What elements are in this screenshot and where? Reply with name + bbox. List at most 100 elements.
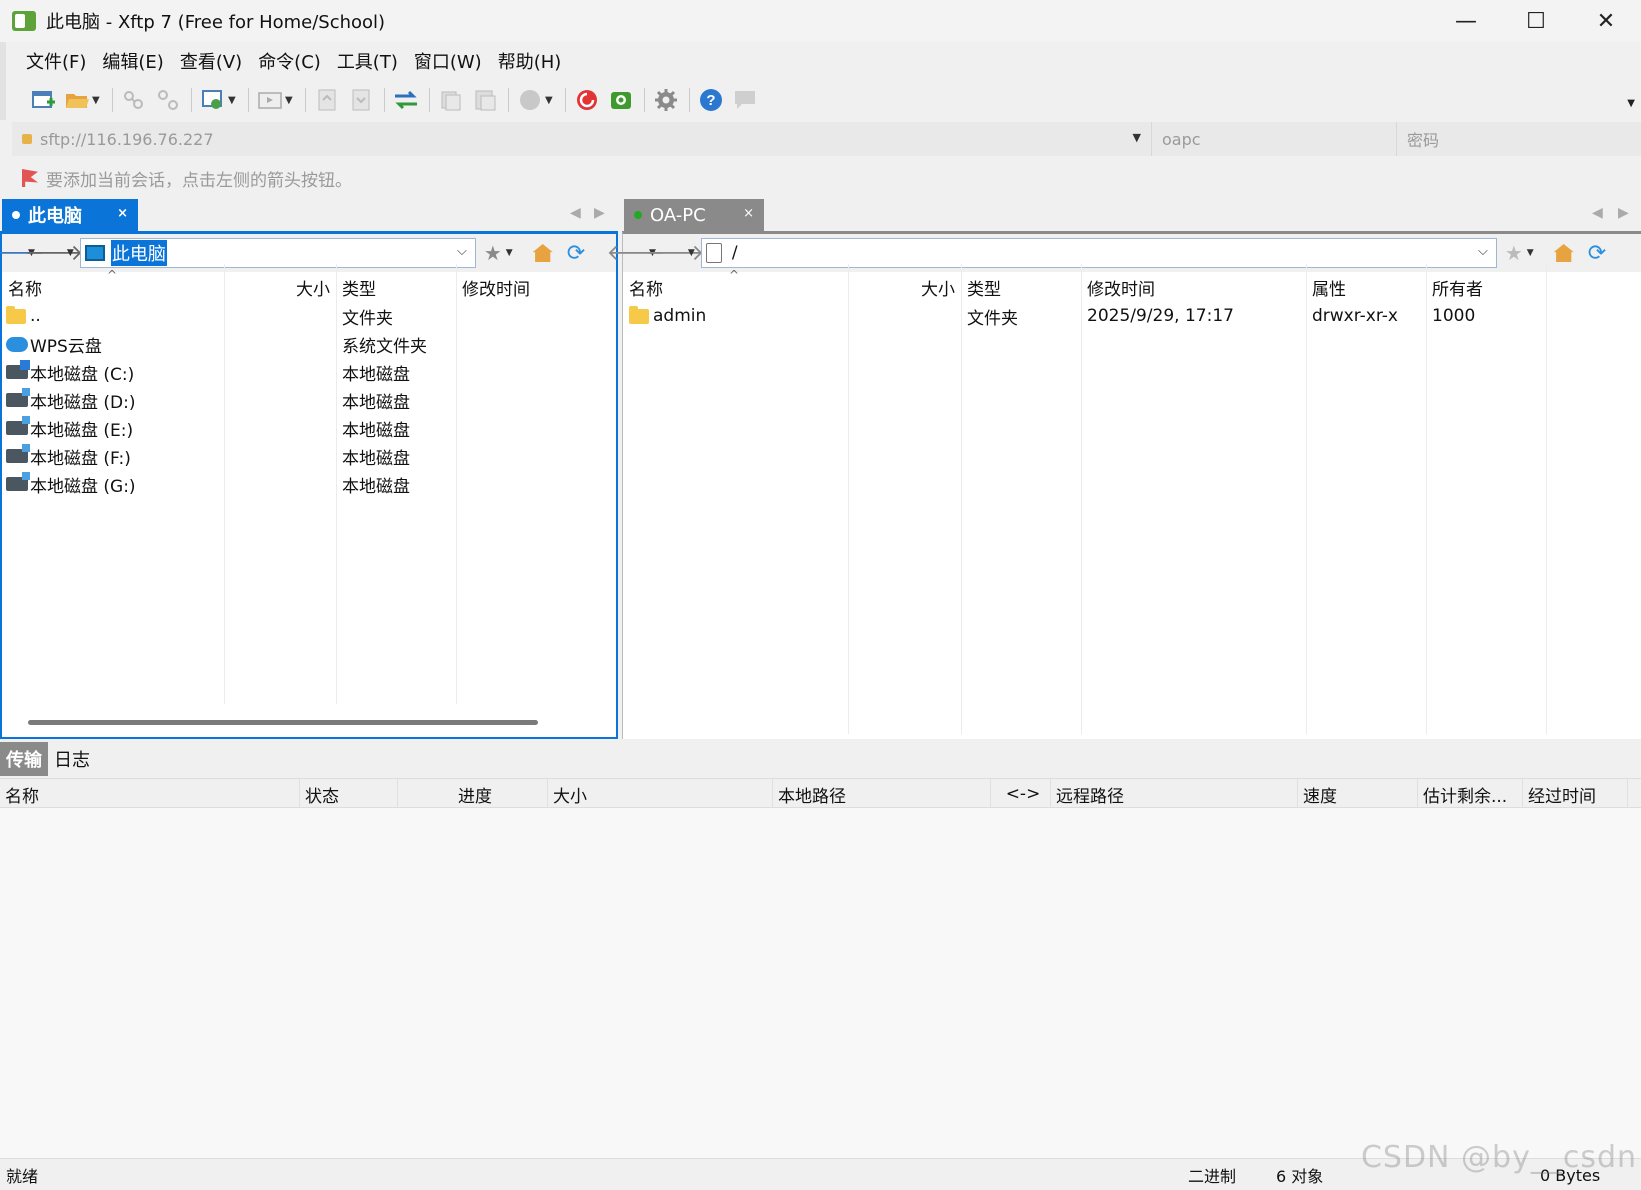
new-session-button[interactable] — [30, 87, 56, 113]
col-attributes[interactable]: 属性 — [1306, 272, 1426, 302]
local-path-input[interactable]: 此电脑 ⌵ — [79, 238, 476, 268]
col-local-path[interactable]: 本地路径 — [773, 779, 991, 809]
remote-file-list: admin 文件夹 2025/9/29, 17:17 drwxr-xr-x 10… — [623, 302, 1641, 330]
col-transfer-progress[interactable]: 进度 — [398, 779, 548, 809]
open-session-button[interactable] — [64, 87, 90, 113]
help-button[interactable]: ? — [698, 87, 724, 113]
list-item[interactable]: 本地磁盘 (E:) 本地磁盘 — [2, 414, 616, 442]
chevron-down-icon[interactable]: ▼ — [285, 95, 295, 106]
toolbar-overflow-icon[interactable]: ▼ — [1627, 98, 1635, 109]
list-item[interactable]: admin 文件夹 2025/9/29, 17:17 drwxr-xr-x 10… — [623, 302, 1641, 330]
tab-close-icon[interactable]: × — [117, 206, 128, 221]
col-speed[interactable]: 速度 — [1298, 779, 1418, 809]
minimize-button[interactable]: — — [1431, 0, 1501, 42]
col-transfer-name[interactable]: 名称 — [0, 779, 300, 809]
horizontal-scrollbar[interactable] — [28, 720, 538, 725]
properties-button[interactable] — [200, 87, 226, 113]
menu-help[interactable]: 帮助(H) — [490, 48, 570, 74]
chevron-down-icon[interactable]: ⌵ — [1478, 244, 1488, 259]
favorites-star-icon[interactable]: ★ — [484, 241, 502, 265]
column-divider — [1426, 264, 1427, 734]
tab-scroll-left-icon[interactable]: ◀ — [1592, 205, 1603, 221]
chevron-down-icon[interactable]: ▼ — [688, 248, 695, 258]
menu-command[interactable]: 命令(C) — [250, 48, 329, 74]
forward-arrow-icon[interactable]: 🡒 — [24, 241, 83, 266]
file-type: 文件夹 — [342, 308, 393, 329]
paste-icon — [475, 90, 496, 111]
list-item[interactable]: WPS云盘 系统文件夹 — [2, 330, 616, 358]
col-type[interactable]: 类型 — [961, 272, 1081, 302]
remote-nav-tools: ★ ▼ ⟳ — [1505, 241, 1606, 266]
chevron-down-icon[interactable]: ▼ — [1133, 131, 1141, 144]
toolbar-separator — [644, 88, 645, 112]
sync-button[interactable] — [393, 87, 419, 113]
col-size[interactable]: 大小 — [224, 272, 336, 302]
col-modified[interactable]: 修改时间 — [456, 272, 616, 302]
remote-path-input[interactable]: / ⌵ — [700, 238, 1497, 268]
menu-window[interactable]: 窗口(W) — [406, 48, 490, 74]
tab-close-icon[interactable]: × — [743, 206, 754, 221]
tab-remote[interactable]: OA-PC × — [624, 199, 764, 231]
col-owner[interactable]: 所有者 — [1426, 272, 1546, 302]
upload-button[interactable] — [314, 87, 340, 113]
col-modified[interactable]: 修改时间 — [1081, 272, 1306, 302]
refresh-icon[interactable]: ⟳ — [567, 241, 585, 266]
col-direction[interactable]: <-> — [991, 779, 1051, 809]
forward-arrow-icon[interactable]: 🡒 — [645, 241, 704, 266]
list-item[interactable]: 本地磁盘 (D:) 本地磁盘 — [2, 386, 616, 414]
refresh-icon[interactable]: ⟳ — [1588, 241, 1606, 266]
menu-tools[interactable]: 工具(T) — [329, 48, 406, 74]
feedback-button[interactable] — [732, 87, 758, 113]
terminal-button[interactable] — [257, 87, 283, 113]
chevron-down-icon[interactable]: ▼ — [545, 95, 555, 106]
connect-button[interactable] — [121, 87, 147, 113]
col-elapsed[interactable]: 经过时间 — [1523, 779, 1628, 809]
list-item[interactable]: 本地磁盘 (F:) 本地磁盘 — [2, 442, 616, 470]
menu-file[interactable]: 文件(F) — [18, 48, 94, 74]
tab-local[interactable]: 此电脑 × — [2, 199, 138, 231]
col-transfer-status[interactable]: 状态 — [300, 779, 398, 809]
tab-scroll-right-icon[interactable]: ▶ — [1618, 205, 1629, 221]
home-icon[interactable] — [1553, 244, 1574, 262]
tab-scroll-left-icon[interactable]: ◀ — [570, 205, 581, 221]
chevron-down-icon[interactable]: ▼ — [92, 95, 102, 106]
list-item[interactable]: .. 文件夹 — [2, 302, 616, 330]
chevron-down-icon[interactable]: ⌵ — [457, 244, 467, 259]
copy-button[interactable] — [438, 87, 464, 113]
col-eta[interactable]: 估计剩余... — [1418, 779, 1523, 809]
menu-view[interactable]: 查看(V) — [172, 48, 250, 74]
toolbar-separator — [429, 88, 430, 112]
options-button[interactable] — [653, 87, 679, 113]
close-button[interactable]: ✕ — [1571, 0, 1641, 42]
host-input[interactable]: sftp://116.196.76.227 ▼ — [12, 122, 1152, 156]
col-size[interactable]: 大小 — [848, 272, 961, 302]
col-remote-path[interactable]: 远程路径 — [1051, 779, 1298, 809]
local-path-value: 此电脑 — [110, 240, 167, 266]
password-input[interactable]: 密码 — [1397, 122, 1641, 156]
xshell-button[interactable] — [574, 87, 600, 113]
stop-button[interactable] — [517, 87, 543, 113]
status-transfer-mode[interactable]: 二进制 — [1188, 1159, 1236, 1190]
disconnect-button[interactable] — [155, 87, 181, 113]
menu-edit[interactable]: 编辑(E) — [94, 48, 171, 74]
xftp-button[interactable] — [608, 87, 634, 113]
paste-button[interactable] — [472, 87, 498, 113]
download-button[interactable] — [348, 87, 374, 113]
col-transfer-size[interactable]: 大小 — [548, 779, 773, 809]
favorites-star-icon[interactable]: ★ — [1505, 241, 1523, 265]
chevron-down-icon[interactable]: ▼ — [1527, 248, 1534, 258]
tab-log[interactable]: 日志 — [48, 742, 96, 776]
home-icon[interactable] — [532, 244, 553, 262]
tab-transfer[interactable]: 传输 — [0, 742, 48, 776]
chevron-down-icon[interactable]: ▼ — [67, 248, 74, 258]
chevron-down-icon[interactable]: ▼ — [506, 248, 513, 258]
title-bar: 此电脑 - Xftp 7 (Free for Home/School) — ☐ … — [0, 0, 1641, 42]
chevron-down-icon[interactable]: ▼ — [228, 95, 238, 106]
maximize-button[interactable]: ☐ — [1501, 0, 1571, 42]
col-type[interactable]: 类型 — [336, 272, 456, 302]
tab-scroll-right-icon[interactable]: ▶ — [594, 205, 605, 221]
list-item[interactable]: 本地磁盘 (C:) 本地磁盘 — [2, 358, 616, 386]
add-session-arrow-icon[interactable] — [22, 169, 38, 187]
list-item[interactable]: 本地磁盘 (G:) 本地磁盘 — [2, 470, 616, 498]
username-input[interactable]: oapc — [1152, 122, 1397, 156]
